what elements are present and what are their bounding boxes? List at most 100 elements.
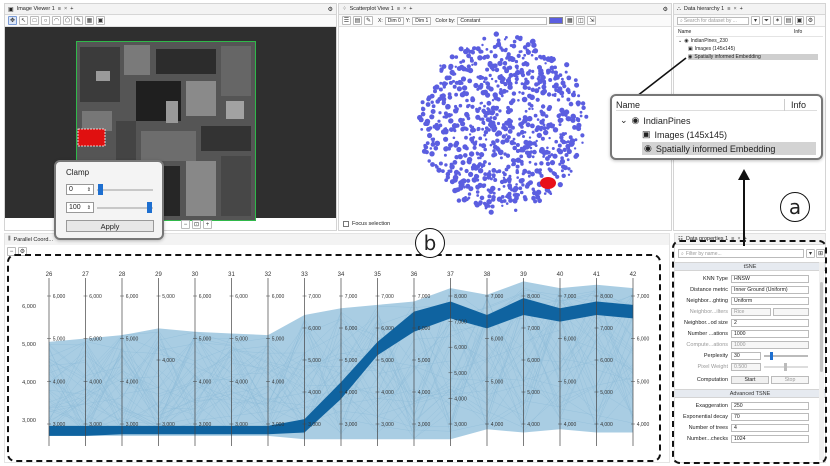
group-icon[interactable]: ▣ xyxy=(795,16,804,25)
scatter-point xyxy=(482,36,487,41)
clamp-max-input[interactable]: 100 ⇕ xyxy=(66,202,94,213)
zoom-item-images[interactable]: ▣ Images (145x145) xyxy=(642,129,727,140)
zoom-item-embedding[interactable]: ◉ Spatially informed Embedding xyxy=(642,142,816,155)
scatter-point xyxy=(429,114,435,120)
scatter-point xyxy=(464,111,470,117)
scatter-point xyxy=(557,182,561,186)
hierarchy-item-embedding[interactable]: ◉ Spatially informed Embedding xyxy=(688,54,818,60)
rect-select-icon[interactable]: □ xyxy=(30,16,39,25)
hierarchy-item-root[interactable]: ⌄ ◉ IndianPines_230 xyxy=(678,38,728,44)
scatter-point xyxy=(465,98,469,103)
scatter-point xyxy=(547,167,551,171)
scatter-point xyxy=(531,107,534,111)
scatter-point xyxy=(561,77,564,81)
funnel-icon[interactable]: ⏷ xyxy=(762,16,771,25)
scatter-point xyxy=(499,88,503,92)
tab-menu-icon[interactable]: ≡ xyxy=(727,6,730,12)
scatter-point xyxy=(492,116,497,121)
zoom-item-root[interactable]: ⌄ ◉ IndianPines xyxy=(620,115,690,126)
scatter-point xyxy=(560,169,564,173)
scatter-point xyxy=(561,173,566,178)
scatter-point xyxy=(470,139,475,144)
scatter-point xyxy=(472,136,476,139)
scatter-point xyxy=(548,190,552,194)
focus-selection-row[interactable]: Focus selection xyxy=(343,221,390,227)
tab-close-icon[interactable]: × xyxy=(403,6,406,12)
hierarchy-search-box[interactable]: ⌕ Search for dataset by ... xyxy=(677,16,749,25)
scatterplot-tabbar: ⁘ Scatterplot View 1 ≡ × + xyxy=(339,4,671,15)
chevron-down-icon[interactable]: ⌄ xyxy=(678,38,682,44)
tab-add-icon[interactable]: + xyxy=(409,6,412,12)
tab-menu-icon[interactable]: ≡ xyxy=(58,6,61,12)
scatter-point xyxy=(543,192,547,195)
clamp-max-slider[interactable] xyxy=(97,202,153,213)
layers-icon[interactable]: ▤ xyxy=(353,16,362,25)
scatter-point xyxy=(574,152,580,158)
scatter-point xyxy=(441,169,445,174)
scatter-point xyxy=(476,75,480,79)
scatter-point xyxy=(476,128,480,132)
scatter-point xyxy=(459,60,463,64)
lasso-icon[interactable]: ◠ xyxy=(52,16,61,25)
scatter-point xyxy=(447,169,450,173)
scatter-point xyxy=(433,146,439,151)
scatter-point xyxy=(510,188,514,192)
spin-icon[interactable]: ⇕ xyxy=(87,205,91,211)
scatter-point xyxy=(493,178,498,182)
contour-icon[interactable]: ◫ xyxy=(576,16,586,25)
focus-selection-checkbox[interactable] xyxy=(343,221,349,227)
stamp-icon[interactable]: ▦ xyxy=(85,16,94,25)
scatter-point xyxy=(523,131,527,134)
density-icon[interactable]: ▦ xyxy=(565,16,575,25)
export-icon[interactable]: ⇲ xyxy=(587,16,597,25)
pen-icon[interactable]: ✎ xyxy=(364,16,373,25)
scatter-point xyxy=(536,132,542,139)
scatter-point xyxy=(478,136,483,141)
brush-icon[interactable]: ✎ xyxy=(74,16,83,25)
slider-handle[interactable] xyxy=(146,202,152,213)
ellipse-select-icon[interactable]: ○ xyxy=(41,16,50,25)
tab-menu-icon[interactable]: ≡ xyxy=(397,6,400,12)
settings-icon[interactable]: ☰ xyxy=(342,16,351,25)
hierarchy-settings-icon[interactable]: ⚙ xyxy=(806,16,815,25)
filter-icon[interactable]: ▾ xyxy=(751,16,760,25)
pcp-tab-title[interactable]: Parallel Coord... xyxy=(14,237,53,243)
clamp-min-input[interactable]: 0 ⇕ xyxy=(66,184,94,195)
slider-handle[interactable] xyxy=(98,184,104,195)
pointer-icon[interactable]: ↖ xyxy=(19,16,28,25)
flood-icon[interactable]: ▣ xyxy=(96,16,105,25)
folder-icon[interactable]: ▤ xyxy=(784,16,793,25)
scatter-point xyxy=(452,160,458,165)
point-color-swatch[interactable] xyxy=(549,17,564,24)
zoom-fit-icon[interactable]: ⊡ xyxy=(192,220,201,229)
chevron-down-icon[interactable]: ⌄ xyxy=(620,115,628,126)
cursor-icon[interactable]: ✥ xyxy=(8,16,17,25)
x-dim-select[interactable]: Dim 0 xyxy=(384,16,404,25)
tab-close-icon[interactable]: × xyxy=(733,6,736,12)
hierarchy-tab-title[interactable]: Data hierarchy 1 xyxy=(684,6,724,12)
hierarchy-item-images[interactable]: ▣ Images (145x145) xyxy=(688,46,735,52)
scatter-point xyxy=(516,176,519,179)
scatter-point xyxy=(471,63,474,66)
tab-add-icon[interactable]: + xyxy=(740,6,743,12)
clamp-apply-button[interactable]: Apply xyxy=(66,220,154,232)
scatter-point xyxy=(486,107,490,111)
zoom-col-divider xyxy=(784,99,785,111)
scatterplot-tab-title[interactable]: Scatterplot View 1 xyxy=(350,6,394,12)
tab-close-icon[interactable]: × xyxy=(64,6,67,12)
image-viewer-tab-title[interactable]: Image Viewer 1 xyxy=(17,6,55,12)
scatter-point xyxy=(440,93,446,99)
zoom-in-icon[interactable]: + xyxy=(203,220,212,229)
scatter-menu-icon[interactable]: ⚙ xyxy=(663,6,668,13)
y-dim-select[interactable]: Dim 1 xyxy=(412,16,432,25)
image-viewer-toolbar: ✥ ↖ □ ○ ◠ ⬠ ✎ ▦ ▣ xyxy=(5,15,336,27)
color-by-select[interactable]: Constant xyxy=(457,16,548,25)
scatter-point xyxy=(473,165,479,171)
polygon-icon[interactable]: ⬠ xyxy=(63,16,72,25)
expand-icon[interactable]: ✶ xyxy=(773,16,782,25)
clamp-min-slider[interactable] xyxy=(97,184,153,195)
zoom-out-icon[interactable]: − xyxy=(181,220,190,229)
viewer-menu-icon[interactable]: ⚙ xyxy=(328,6,333,13)
spin-icon[interactable]: ⇕ xyxy=(87,187,91,193)
tab-add-icon[interactable]: + xyxy=(70,6,73,12)
